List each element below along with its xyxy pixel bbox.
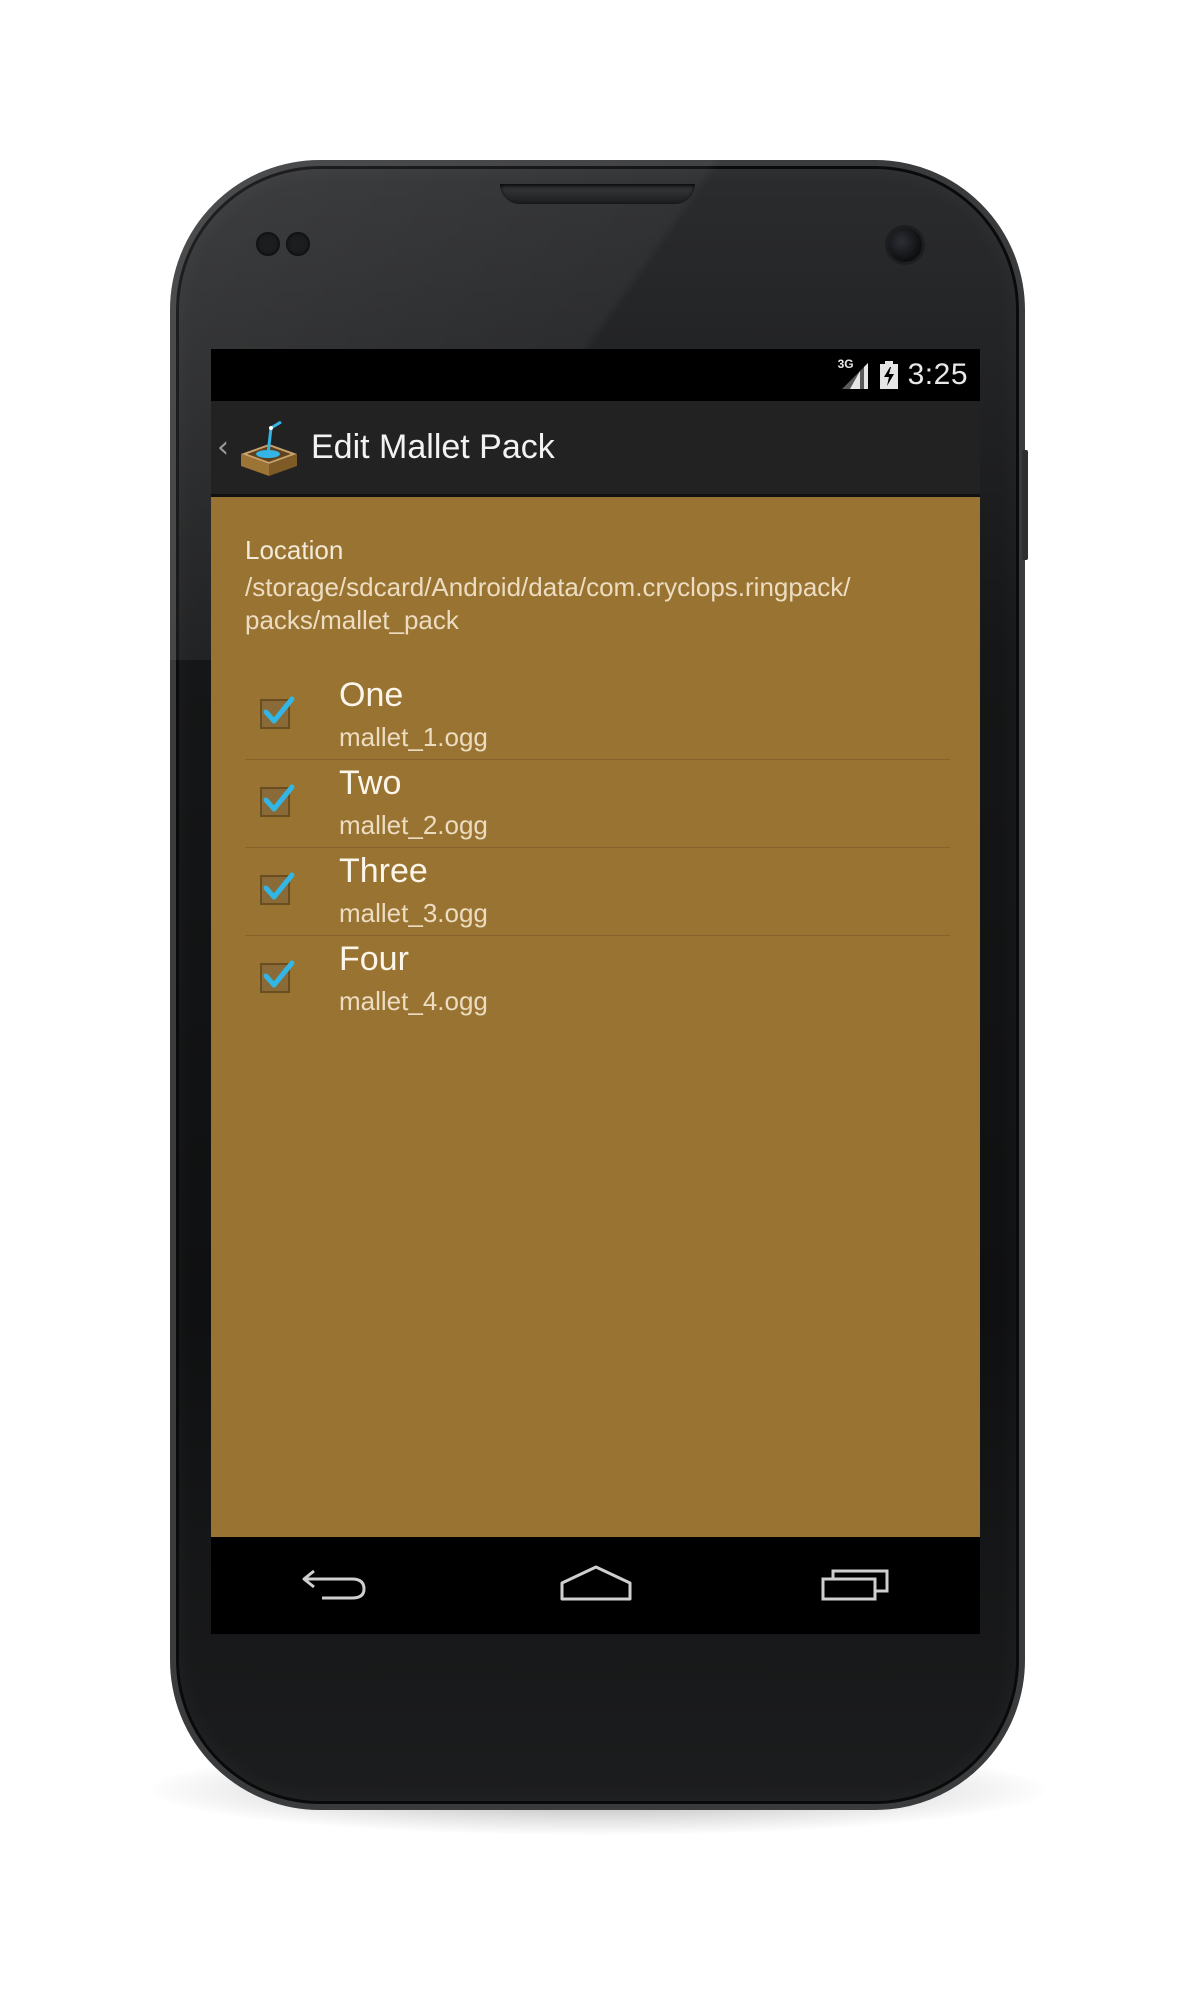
status-icons: 3G 3:25 [838, 355, 968, 395]
item-title: Three [339, 852, 428, 890]
up-navigation[interactable]: ‹ Edit Mallet Pack [211, 401, 555, 494]
home-button[interactable] [536, 1555, 656, 1615]
chevron-left-icon: ‹ [217, 429, 229, 465]
location-path-line-1: /storage/sdcard/Android/data/com.cryclop… [245, 572, 851, 602]
location-path-line-2: packs/mallet_pack [245, 605, 459, 635]
item-title: One [339, 676, 404, 714]
list-item[interactable]: Two mallet_2.ogg [245, 760, 950, 848]
checkbox-checked-icon[interactable] [259, 870, 295, 906]
battery-charging-icon [879, 361, 898, 389]
screen: 3G 3:25 ‹ Edit Mallet Pack Location /sto… [211, 349, 980, 1634]
network-type: 3G [837, 357, 854, 371]
power-button[interactable] [1022, 450, 1028, 560]
navigation-bar [211, 1537, 980, 1634]
front-camera [888, 228, 922, 262]
recents-icon [819, 1563, 891, 1607]
home-icon [558, 1563, 634, 1607]
checkbox-checked-icon[interactable] [259, 694, 295, 730]
item-title: Four [339, 940, 409, 978]
checkbox-checked-icon[interactable] [259, 782, 295, 818]
back-icon [300, 1563, 370, 1607]
ringtone-list: One mallet_1.ogg Two mallet_2.ogg Three … [245, 672, 950, 1024]
signal-icon: 3G [837, 357, 870, 391]
checkbox-checked-icon[interactable] [259, 958, 295, 994]
back-button[interactable] [275, 1555, 395, 1615]
item-filename: mallet_4.ogg [339, 986, 488, 1016]
list-item[interactable]: Three mallet_3.ogg [245, 848, 950, 936]
list-item[interactable]: One mallet_1.ogg [245, 672, 950, 760]
earpiece-speaker [500, 184, 695, 204]
page-title: Edit Mallet Pack [311, 428, 555, 466]
list-item[interactable]: Four mallet_4.ogg [245, 936, 950, 1024]
content-area: Location /storage/sdcard/Android/data/co… [211, 497, 980, 1537]
light-sensor [286, 232, 310, 256]
proximity-sensor [256, 232, 280, 256]
item-filename: mallet_1.ogg [339, 722, 488, 752]
app-box-icon [235, 414, 303, 482]
item-filename: mallet_3.ogg [339, 898, 488, 928]
location-path: /storage/sdcard/Android/data/com.cryclop… [245, 571, 955, 637]
status-bar: 3G 3:25 [211, 349, 980, 401]
item-filename: mallet_2.ogg [339, 810, 488, 840]
recents-button[interactable] [795, 1555, 915, 1615]
action-bar: ‹ Edit Mallet Pack [211, 401, 980, 497]
location-label: Location [245, 535, 344, 565]
clock: 3:25 [907, 358, 968, 391]
item-title: Two [339, 764, 402, 802]
